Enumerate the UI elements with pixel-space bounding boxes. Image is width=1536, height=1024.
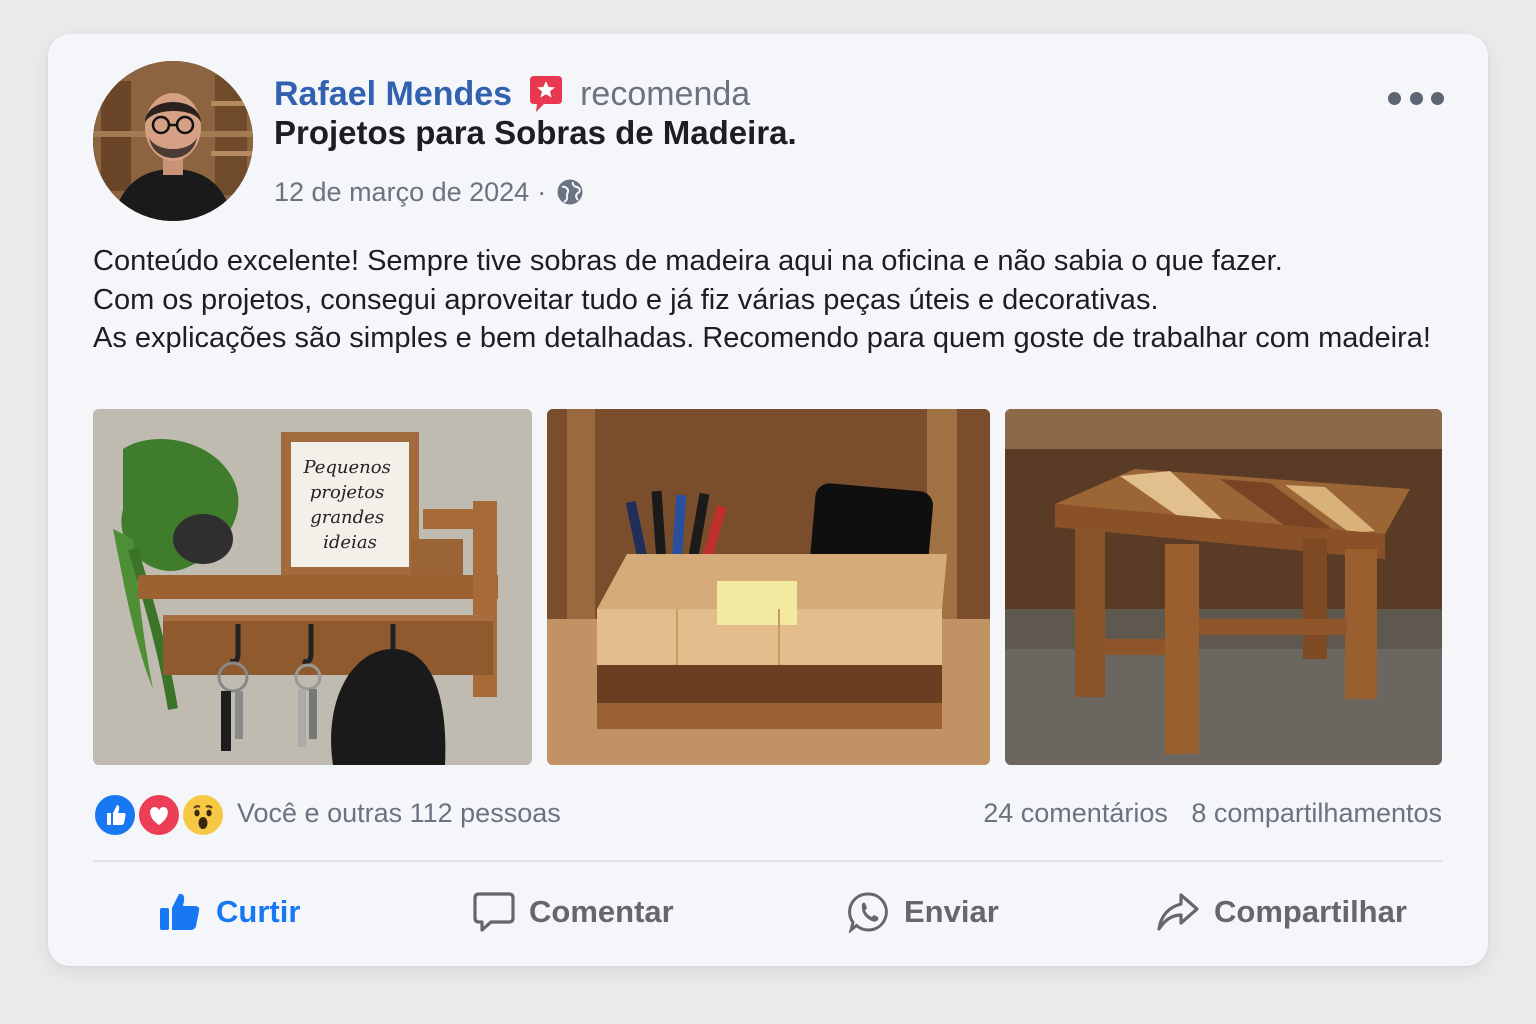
post-body: Conteúdo excelente! Sempre tive sobras d… xyxy=(93,242,1453,358)
thumbs-up-icon xyxy=(160,893,200,930)
frame-text-line: Pequenos xyxy=(302,457,390,478)
action-bar: Curtir Comentar Enviar Compartilhar xyxy=(93,882,1442,942)
frame-text-line: projetos xyxy=(310,482,385,503)
wall-shelf-photo[interactable]: Pequenos projetos grandes ideias xyxy=(93,409,532,765)
engagement-counts: 24 comentários 8 compartilhamentos xyxy=(967,798,1442,829)
like-button[interactable]: Curtir xyxy=(158,882,300,942)
post-card: Rafael Mendes recomenda Projetos para So… xyxy=(48,34,1488,966)
reaction-icons[interactable] xyxy=(93,793,233,837)
reactions-summary-text[interactable]: Você e outras 112 pessoas xyxy=(237,798,561,829)
recommended-page-name[interactable]: Projetos para Sobras de Madeira. xyxy=(274,114,797,152)
send-label: Enviar xyxy=(904,894,999,929)
comment-button[interactable]: Comentar xyxy=(473,882,674,942)
comment-label: Comentar xyxy=(529,894,674,929)
like-reaction-icon xyxy=(93,793,137,837)
menu-dot xyxy=(1431,91,1444,105)
more-options-button[interactable] xyxy=(1388,82,1444,114)
post-text-line: As explicações são simples e bem detalha… xyxy=(93,322,1431,355)
reactions-summary: Você e outras 112 pessoas 24 comentários… xyxy=(93,792,1442,838)
meta-separator: · xyxy=(537,176,547,207)
globe-icon xyxy=(557,179,583,205)
share-label: Compartilhar xyxy=(1214,894,1407,929)
share-button[interactable]: Compartilhar xyxy=(1156,882,1407,942)
wow-reaction-icon xyxy=(181,793,225,837)
like-label: Curtir xyxy=(216,894,301,929)
recommends-text: recomenda xyxy=(580,74,751,113)
author-name[interactable]: Rafael Mendes xyxy=(274,75,512,114)
post-text-line: Conteúdo excelente! Sempre tive sobras d… xyxy=(93,245,1283,277)
post-date[interactable]: 12 de março de 2024 xyxy=(274,177,529,208)
comment-bubble-icon xyxy=(473,892,515,932)
author-avatar[interactable] xyxy=(93,61,253,221)
author-line: Rafael Mendes recomenda xyxy=(274,72,750,116)
recommendation-badge-icon xyxy=(530,76,563,112)
post-text-line: Com os projetos, consegui aproveitar tud… xyxy=(93,283,1159,316)
wooden-stool-photo[interactable] xyxy=(1005,409,1442,765)
menu-dot xyxy=(1388,91,1401,105)
menu-dot xyxy=(1409,91,1423,105)
send-button[interactable]: Enviar xyxy=(848,882,999,942)
post-meta: 12 de março de 2024 · xyxy=(274,172,584,212)
comments-count[interactable]: 24 comentários xyxy=(983,798,1168,828)
share-arrow-icon xyxy=(1157,893,1199,931)
love-reaction-icon xyxy=(137,793,181,837)
desk-organizer-photo[interactable] xyxy=(547,409,990,765)
frame-text-line: grandes xyxy=(310,507,384,528)
shares-count[interactable]: 8 compartilhamentos xyxy=(1191,798,1442,828)
whatsapp-icon xyxy=(848,892,888,933)
divider xyxy=(93,860,1442,862)
frame-text-line: ideias xyxy=(323,532,377,553)
